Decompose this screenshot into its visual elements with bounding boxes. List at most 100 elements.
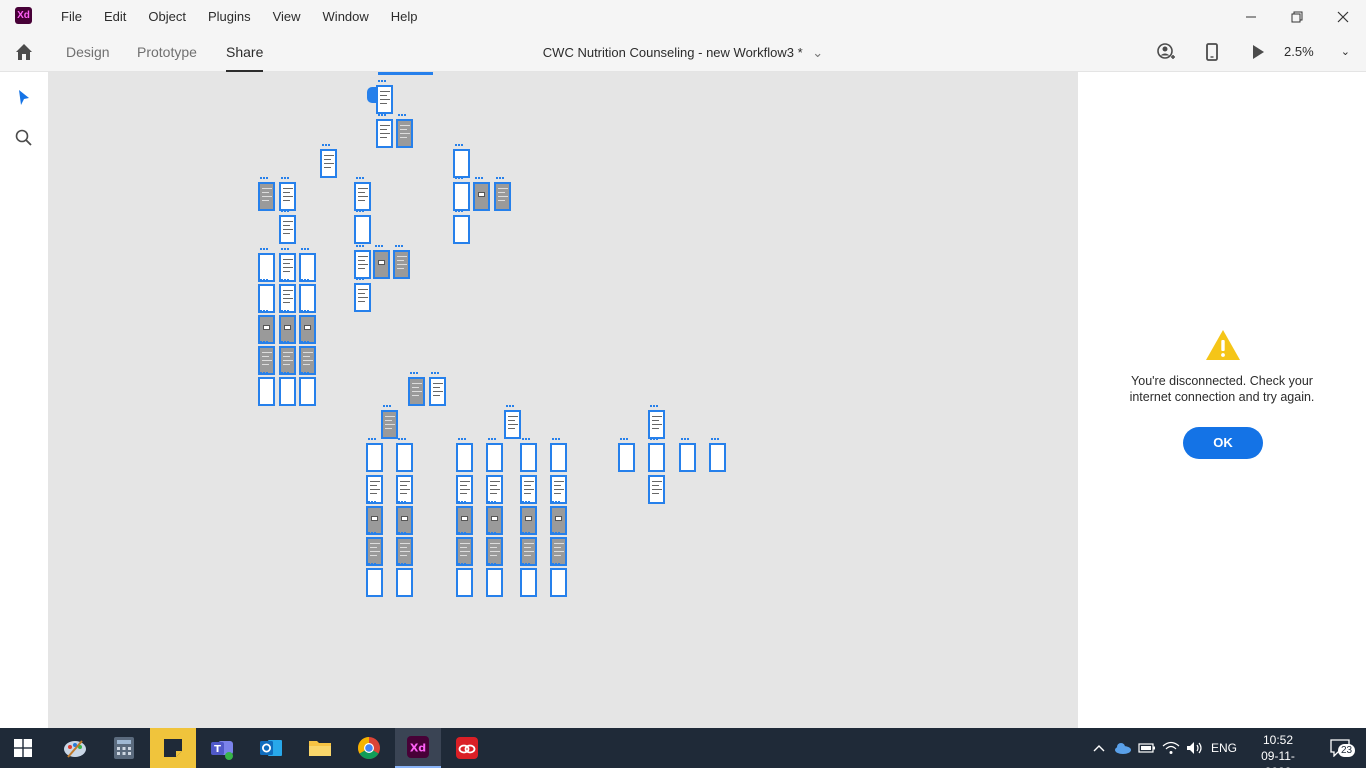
artboard-label[interactable]: [281, 310, 289, 312]
artboard-thumbnail[interactable]: [376, 85, 393, 114]
artboard-thumbnail[interactable]: [456, 568, 473, 597]
artboard-label[interactable]: [552, 563, 560, 565]
select-arrow-icon[interactable]: [14, 88, 34, 108]
artboard-thumbnail[interactable]: [279, 377, 296, 406]
artboard-label[interactable]: [281, 279, 289, 281]
document-title[interactable]: CWC Nutrition Counseling - new Workflow3…: [543, 45, 803, 60]
artboard-thumbnail[interactable]: [520, 537, 537, 566]
taskbar-app-teams[interactable]: T: [199, 728, 245, 768]
taskbar-app-xd[interactable]: Xd: [395, 728, 441, 768]
taskbar-app-file-explorer[interactable]: [297, 728, 343, 768]
artboard-thumbnail[interactable]: [550, 537, 567, 566]
artboard-thumbnail[interactable]: [453, 215, 470, 244]
artboard-label[interactable]: [301, 279, 309, 281]
artboard-label[interactable]: [458, 501, 466, 503]
show-hidden-icons-button[interactable]: [1088, 728, 1110, 768]
play-icon[interactable]: [1248, 42, 1268, 62]
artboard-thumbnail[interactable]: [279, 284, 296, 313]
tab-design[interactable]: Design: [66, 33, 110, 72]
artboard-label[interactable]: [368, 563, 376, 565]
artboard-label[interactable]: [552, 438, 560, 440]
artboard-thumbnail[interactable]: [453, 149, 470, 178]
artboard-thumbnail[interactable]: [550, 475, 567, 504]
artboard-thumbnail[interactable]: [366, 568, 383, 597]
artboard-thumbnail[interactable]: [354, 283, 371, 312]
artboard-thumbnail[interactable]: [279, 315, 296, 344]
artboard-thumbnail[interactable]: [396, 537, 413, 566]
artboard-label[interactable]: [301, 248, 309, 250]
xd-logo-icon[interactable]: Xd: [15, 7, 32, 24]
artboard-label[interactable]: [458, 438, 466, 440]
title-chevron-icon[interactable]: ⌄: [812, 45, 823, 60]
onedrive-button[interactable]: [1112, 728, 1134, 768]
artboard-label[interactable]: [378, 80, 386, 82]
taskbar-app-paint[interactable]: [52, 728, 98, 768]
minimize-button[interactable]: [1228, 0, 1274, 33]
artboard-thumbnail[interactable]: [373, 250, 390, 279]
artboard-label[interactable]: [522, 438, 530, 440]
artboard-thumbnail[interactable]: [396, 506, 413, 535]
artboard-thumbnail[interactable]: [393, 250, 410, 279]
artboard-thumbnail[interactable]: [299, 346, 316, 375]
start-button[interactable]: [0, 728, 46, 768]
artboard-thumbnail[interactable]: [456, 537, 473, 566]
artboard-label[interactable]: [398, 470, 406, 472]
artboard-thumbnail[interactable]: [648, 410, 665, 439]
artboard-label[interactable]: [368, 470, 376, 472]
artboard-label[interactable]: [431, 372, 439, 374]
artboard-thumbnail[interactable]: [550, 568, 567, 597]
artboard-label[interactable]: [488, 501, 496, 503]
artboard-label[interactable]: [711, 438, 719, 440]
artboard-thumbnail[interactable]: [258, 346, 275, 375]
artboard-label[interactable]: [301, 372, 309, 374]
artboard-label[interactable]: [260, 341, 268, 343]
artboard-label[interactable]: [260, 279, 268, 281]
artboard-label[interactable]: [281, 248, 289, 250]
close-button[interactable]: [1320, 0, 1366, 33]
artboard-label[interactable]: [458, 470, 466, 472]
artboard-label[interactable]: [356, 210, 364, 212]
artboard-label[interactable]: [356, 278, 364, 280]
artboard-label[interactable]: [488, 532, 496, 534]
notifications-button[interactable]: 23: [1320, 728, 1360, 768]
artboard-thumbnail[interactable]: [258, 284, 275, 313]
canvas[interactable]: [48, 72, 1078, 728]
artboard-thumbnail[interactable]: [354, 215, 371, 244]
artboard-label[interactable]: [506, 405, 514, 407]
artboard-thumbnail[interactable]: [520, 443, 537, 472]
artboard-thumbnail[interactable]: [486, 475, 503, 504]
artboard-label[interactable]: [455, 210, 463, 212]
artboard-thumbnail[interactable]: [354, 250, 371, 279]
artboard-thumbnail[interactable]: [679, 443, 696, 472]
artboard-thumbnail[interactable]: [504, 410, 521, 439]
artboard-label[interactable]: [368, 532, 376, 534]
artboard-thumbnail[interactable]: [258, 182, 275, 211]
artboard-label[interactable]: [455, 144, 463, 146]
artboard-label[interactable]: [522, 501, 530, 503]
artboard-thumbnail[interactable]: [709, 443, 726, 472]
menu-help[interactable]: Help: [380, 0, 429, 33]
artboard-label[interactable]: [681, 438, 689, 440]
menu-file[interactable]: File: [50, 0, 93, 33]
artboard-thumbnail[interactable]: [366, 537, 383, 566]
clock[interactable]: 10:52 09-11-2022: [1248, 732, 1308, 768]
artboard-label[interactable]: [368, 501, 376, 503]
artboard-label[interactable]: [522, 563, 530, 565]
taskbar-app-sticky-notes[interactable]: [150, 728, 196, 768]
artboard-thumbnail[interactable]: [396, 443, 413, 472]
artboard-label[interactable]: [398, 438, 406, 440]
artboard-thumbnail[interactable]: [299, 377, 316, 406]
taskbar-app-outlook[interactable]: [248, 728, 294, 768]
artboard-thumbnail[interactable]: [396, 475, 413, 504]
artboard-thumbnail[interactable]: [648, 443, 665, 472]
artboard-thumbnail[interactable]: [381, 410, 398, 439]
artboard-label[interactable]: [281, 177, 289, 179]
home-icon[interactable]: [14, 42, 34, 62]
artboard-thumbnail[interactable]: [520, 568, 537, 597]
artboard-thumbnail[interactable]: [453, 182, 470, 211]
artboard-label[interactable]: [522, 470, 530, 472]
artboard-thumbnail[interactable]: [396, 568, 413, 597]
artboard-thumbnail[interactable]: [396, 119, 413, 148]
artboard-label[interactable]: [383, 405, 391, 407]
menu-view[interactable]: View: [262, 0, 312, 33]
